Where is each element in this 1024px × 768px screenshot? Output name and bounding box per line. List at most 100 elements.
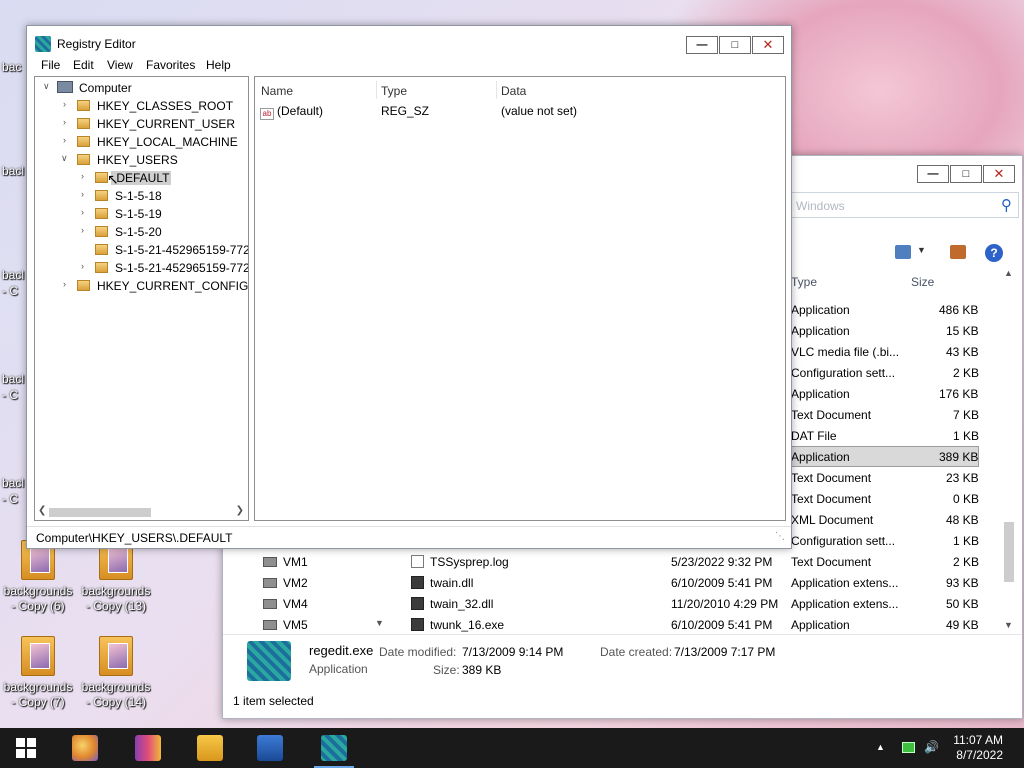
scrollbar-thumb[interactable] bbox=[1004, 522, 1014, 582]
file-type: Application bbox=[791, 387, 850, 401]
nav-item-vm1[interactable]: VM1 bbox=[263, 555, 308, 569]
details-filename: regedit.exe bbox=[309, 643, 374, 658]
start-button[interactable] bbox=[2, 728, 50, 768]
text-file-icon bbox=[411, 555, 424, 568]
menu-edit[interactable]: Edit bbox=[73, 58, 94, 72]
file-date: 11/20/2010 4:29 PM bbox=[671, 597, 779, 611]
desktop-icon-label-partial[interactable]: bacl bbox=[2, 268, 24, 282]
value-row[interactable]: ab (Default) REG_SZ (value not set) bbox=[260, 104, 780, 122]
search-box[interactable]: Windows ⚲ bbox=[787, 192, 1019, 218]
clock[interactable]: 11:07 AM 8/7/2022 bbox=[953, 733, 1003, 763]
help-icon[interactable]: ? bbox=[985, 244, 1003, 262]
desktop-icon-label: backgrounds bbox=[3, 680, 73, 694]
collapse-icon[interactable]: ∨ bbox=[61, 153, 68, 164]
maximize-button[interactable]: □ bbox=[719, 36, 751, 54]
file-row[interactable]: VM4 twain_32.dll 11/20/2010 4:29 PM Appl… bbox=[223, 593, 1024, 614]
file-size: 486 KB bbox=[939, 303, 979, 317]
menu-view[interactable]: View bbox=[107, 58, 133, 72]
file-type: DAT File bbox=[791, 429, 837, 443]
scrollbar-thumb[interactable] bbox=[49, 508, 151, 517]
desktop-icon-label-partial[interactable]: bacl bbox=[2, 476, 24, 490]
scroll-up-icon[interactable]: ▲ bbox=[1004, 268, 1013, 278]
clock-date: 8/7/2022 bbox=[956, 748, 1003, 762]
file-type: Configuration sett... bbox=[791, 534, 896, 548]
menu-help[interactable]: Help bbox=[206, 58, 231, 72]
taskbar-regedit[interactable] bbox=[310, 728, 358, 768]
desktop-folder-icon[interactable]: backgrounds - Copy (6) bbox=[0, 540, 76, 614]
file-size: 0 KB bbox=[953, 492, 980, 506]
tree-node-label: HKEY_CURRENT_CONFIG bbox=[97, 279, 249, 293]
file-size: 2 KB bbox=[953, 555, 980, 569]
chevron-down-icon[interactable]: ▼ bbox=[917, 245, 926, 259]
file-row[interactable]: VM1 TSSysprep.log 5/23/2022 9:32 PM Text… bbox=[223, 551, 1024, 572]
desktop-icon-label-partial[interactable]: bac bbox=[2, 60, 21, 74]
cursor-icon: ↖ bbox=[107, 171, 119, 187]
desktop-folder-icon[interactable]: backgrounds - Copy (7) bbox=[0, 636, 76, 710]
nav-item-vm2[interactable]: VM2 bbox=[263, 576, 308, 590]
search-icon[interactable]: ⚲ bbox=[1001, 196, 1012, 214]
desktop-icon-label-partial[interactable]: - C bbox=[2, 492, 18, 506]
expand-icon[interactable]: › bbox=[81, 261, 84, 271]
column-header-data[interactable]: Data bbox=[501, 84, 526, 98]
horizontal-scrollbar[interactable]: ❮ ❯ bbox=[35, 505, 248, 520]
collapse-icon[interactable]: ∨ bbox=[43, 81, 50, 92]
file-name: twunk_16.exe bbox=[411, 618, 504, 632]
expand-icon[interactable]: › bbox=[81, 171, 84, 181]
desktop-icon-label-partial[interactable]: bacl bbox=[2, 372, 24, 386]
desktop-icon-label: backgrounds bbox=[81, 680, 151, 694]
desktop-icon-label: - Copy (6) bbox=[11, 599, 65, 613]
nav-item-vm4[interactable]: VM4 bbox=[263, 597, 308, 611]
menu-file[interactable]: File bbox=[41, 58, 60, 72]
taskbar-paint[interactable] bbox=[61, 728, 109, 768]
desktop-folder-icon[interactable]: backgrounds - Copy (14) bbox=[78, 636, 154, 710]
menu-favorites[interactable]: Favorites bbox=[146, 58, 195, 72]
desktop-icon-label-partial[interactable]: - C bbox=[2, 284, 18, 298]
file-row[interactable]: VM5 ▼ twunk_16.exe 6/10/2009 5:41 PM App… bbox=[223, 614, 1024, 635]
close-button[interactable]: ✕ bbox=[752, 36, 784, 54]
expand-icon[interactable]: › bbox=[63, 279, 66, 289]
minimize-button[interactable]: — bbox=[686, 36, 718, 54]
desktop-icon-label-partial[interactable]: bacl bbox=[2, 164, 24, 178]
desktop-folder-icon[interactable]: backgrounds - Copy (13) bbox=[78, 540, 154, 614]
column-header-type[interactable]: Type bbox=[791, 275, 817, 289]
taskbar-file-explorer[interactable] bbox=[186, 728, 234, 768]
file-row[interactable]: VM2 twain.dll 6/10/2009 5:41 PM Applicat… bbox=[223, 572, 1024, 593]
computer-icon bbox=[263, 578, 277, 588]
status-bar: Computer\HKEY_USERS\.DEFAULT ⋱ bbox=[27, 526, 791, 548]
expand-icon[interactable]: › bbox=[81, 225, 84, 235]
desktop-icon-label-partial[interactable]: - C bbox=[2, 388, 18, 402]
desktop-icon-label: - Copy (7) bbox=[11, 695, 65, 709]
preview-pane-icon[interactable] bbox=[950, 245, 966, 259]
volume-icon[interactable]: 🔊 bbox=[924, 740, 939, 754]
scroll-right-icon[interactable]: ❯ bbox=[236, 505, 244, 516]
details-filetype: Application bbox=[309, 662, 368, 676]
registry-editor-window: Registry Editor — □ ✕ File Edit View Fav… bbox=[26, 25, 792, 549]
tree-node-label: Computer bbox=[79, 81, 132, 95]
column-divider[interactable] bbox=[496, 81, 497, 99]
network-icon[interactable] bbox=[902, 742, 915, 753]
expand-icon[interactable]: › bbox=[81, 189, 84, 199]
nav-item-vm5[interactable]: VM5 bbox=[263, 618, 308, 632]
resize-grip-icon[interactable]: ⋱ bbox=[775, 531, 785, 542]
file-date: 6/10/2009 5:41 PM bbox=[671, 576, 773, 590]
expand-icon[interactable]: › bbox=[63, 135, 66, 145]
column-divider[interactable] bbox=[376, 81, 377, 99]
chevron-down-icon[interactable]: ▼ bbox=[375, 618, 384, 628]
expand-icon[interactable]: › bbox=[63, 117, 66, 127]
close-button[interactable]: ✕ bbox=[983, 165, 1015, 183]
column-header-type[interactable]: Type bbox=[381, 84, 407, 98]
expand-icon[interactable]: › bbox=[81, 207, 84, 217]
taskbar-winrar[interactable] bbox=[124, 728, 172, 768]
scroll-down-icon[interactable]: ▼ bbox=[1004, 620, 1013, 630]
taskbar-remote-desktop[interactable] bbox=[246, 728, 294, 768]
minimize-button[interactable]: — bbox=[917, 165, 949, 183]
scroll-left-icon[interactable]: ❮ bbox=[38, 505, 46, 516]
column-header-name[interactable]: Name bbox=[261, 84, 293, 98]
vertical-scrollbar[interactable]: ▲ ▼ bbox=[1002, 266, 1016, 632]
chevron-up-icon[interactable]: ▲ bbox=[876, 742, 885, 752]
view-options-icon[interactable] bbox=[895, 245, 911, 259]
string-value-icon: ab bbox=[260, 108, 274, 120]
column-header-size[interactable]: Size bbox=[911, 275, 934, 289]
maximize-button[interactable]: □ bbox=[950, 165, 982, 183]
expand-icon[interactable]: › bbox=[63, 99, 66, 109]
